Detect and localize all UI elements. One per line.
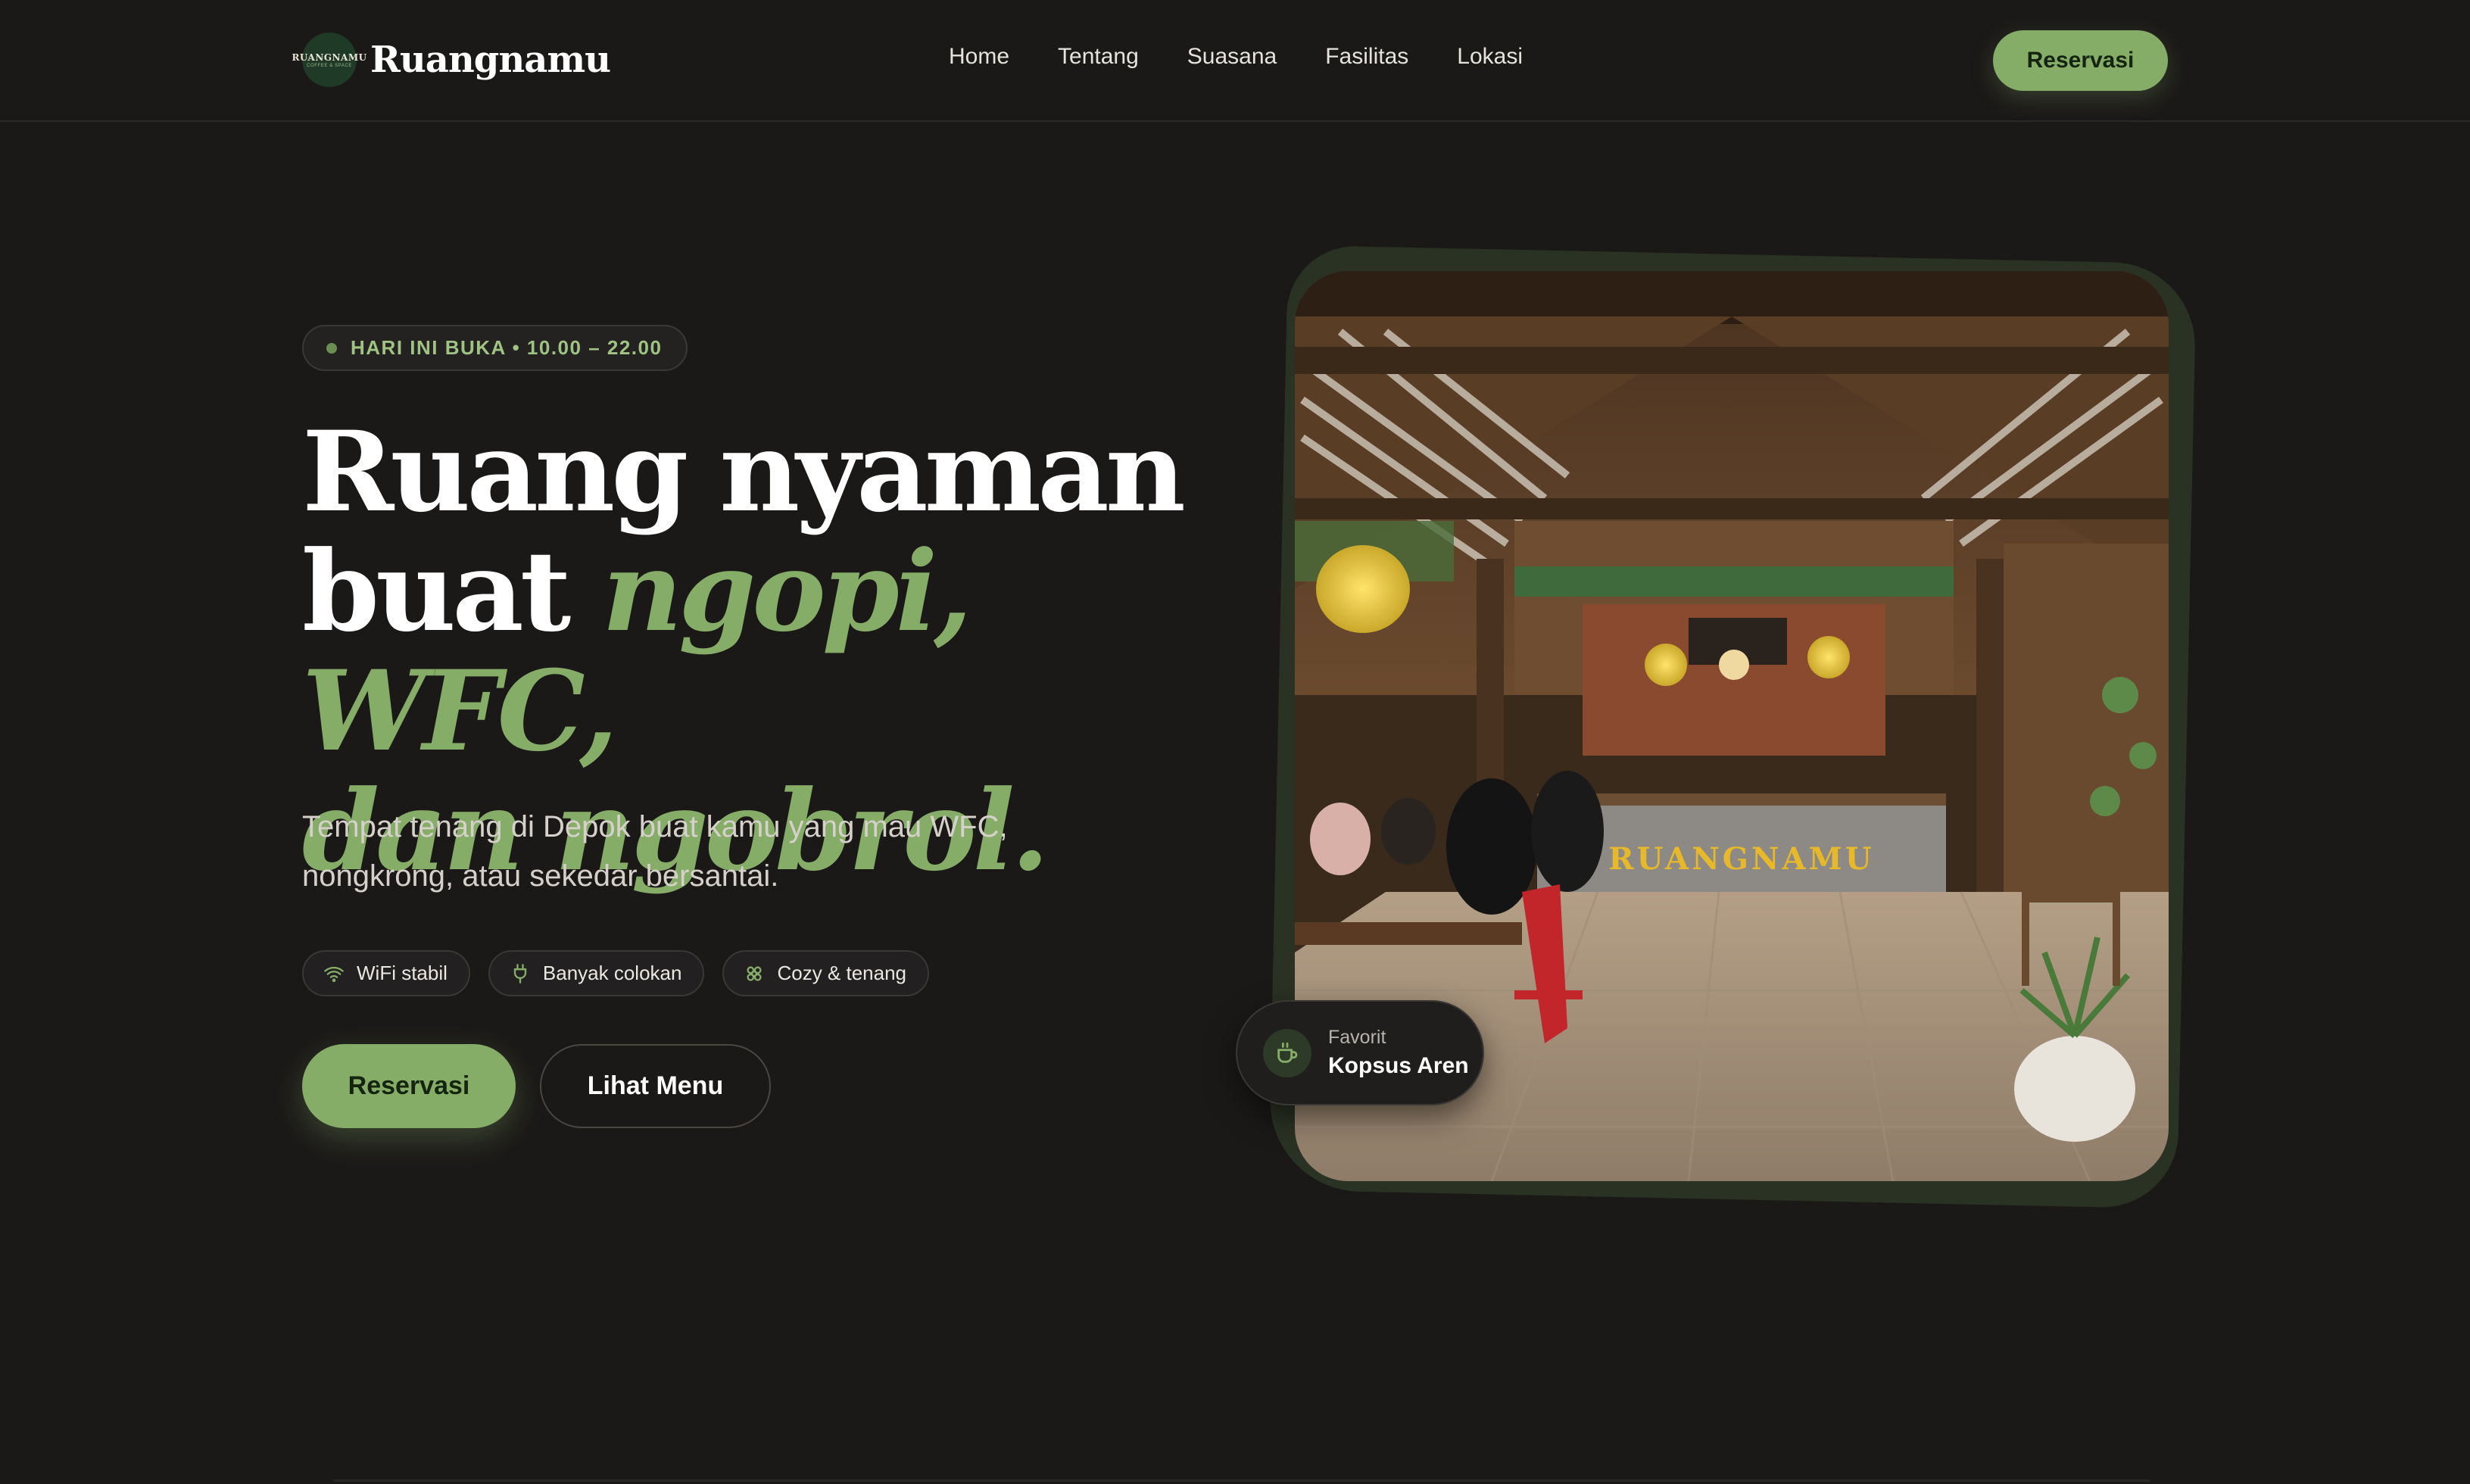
favorite-text: Favorit Kopsus Aren: [1328, 1027, 1469, 1079]
opening-hours-text: HARI INI BUKA • 10.00 – 22.00: [351, 336, 663, 359]
feature-chip-plug: Banyak colokan: [488, 950, 705, 996]
headline-line-2-plain: buat: [302, 527, 603, 656]
hero-reservasi-button[interactable]: Reservasi: [302, 1044, 516, 1128]
favorite-value: Kopsus Aren: [1328, 1053, 1469, 1078]
brand[interactable]: RUANGNAMU COFFEE & SPACE Ruangnamu: [292, 33, 611, 87]
wifi-icon: [324, 966, 344, 982]
nav-link-lokasi[interactable]: Lokasi: [1457, 44, 1523, 70]
nav-link-tentang[interactable]: Tentang: [1058, 44, 1139, 70]
nav-links: Home Tentang Suasana Fasilitas Lokasi: [949, 44, 1571, 70]
status-dot-icon: [326, 342, 337, 354]
favorite-label: Favorit: [1328, 1027, 1386, 1048]
plug-icon: [513, 963, 527, 984]
lihat-menu-button[interactable]: Lihat Menu: [540, 1044, 771, 1128]
feature-chip-wifi: WiFi stabil: [302, 950, 470, 996]
brand-logo-text: RUANGNAMU: [292, 51, 367, 63]
opening-hours-badge: HARI INI BUKA • 10.00 – 22.00: [302, 325, 688, 371]
section-divider: [333, 1479, 2150, 1482]
flower-icon: [747, 965, 763, 981]
photo-sign-text: RUANGNAMU: [1608, 841, 1874, 877]
nav-link-fasilitas[interactable]: Fasilitas: [1325, 44, 1408, 70]
brand-name: Ruangnamu: [370, 39, 611, 81]
feature-chip-flower: Cozy & tenang: [722, 950, 930, 996]
top-navbar: RUANGNAMU COFFEE & SPACE Ruangnamu Home …: [0, 0, 2470, 122]
brand-logo-tagline: COFFEE & SPACE: [307, 63, 352, 68]
favorite-menu-card: Favorit Kopsus Aren: [1236, 1000, 1484, 1105]
feature-chip-label: Cozy & tenang: [777, 962, 907, 984]
nav-link-suasana[interactable]: Suasana: [1187, 44, 1277, 70]
brand-logo: RUANGNAMU COFFEE & SPACE: [292, 33, 366, 87]
feature-chips: WiFi stabil Banyak colokan Cozy & tenang: [302, 950, 947, 996]
nav-link-home[interactable]: Home: [949, 44, 1009, 70]
hero-subtext: Tempat tenang di Depok buat kamu yang ma…: [302, 810, 1008, 893]
feature-chip-label: Banyak colokan: [542, 962, 682, 984]
headline-line-1: Ruang nyaman: [302, 407, 1186, 537]
nav-reservasi-button[interactable]: Reservasi: [1993, 30, 2168, 91]
coffee-cup-icon: [1263, 1028, 1311, 1077]
feature-chip-label: WiFi stabil: [357, 962, 448, 984]
